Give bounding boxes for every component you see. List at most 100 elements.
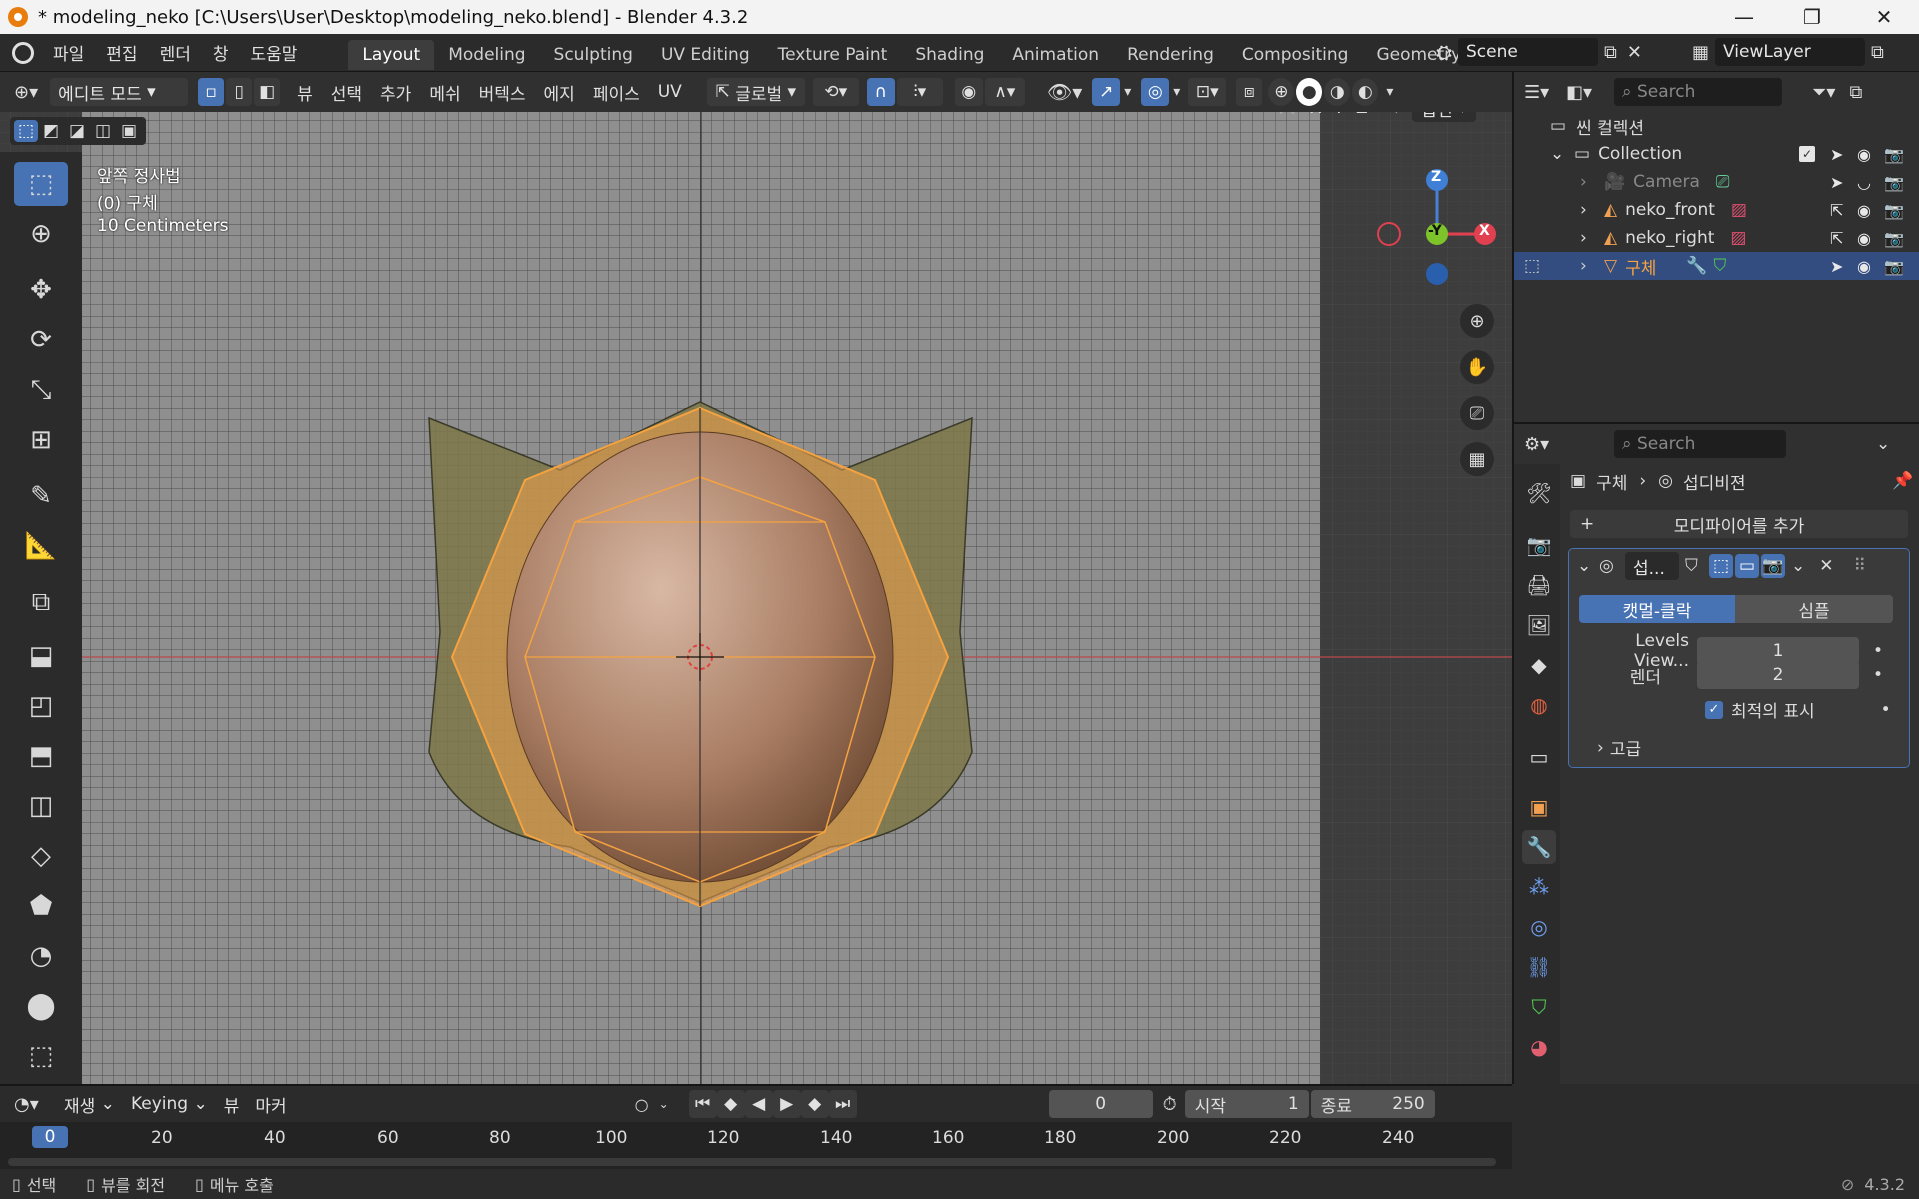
menu-select[interactable]: 선택 xyxy=(322,73,371,111)
render-toggle-icon[interactable]: 📷 xyxy=(1761,554,1785,578)
new-view-layer-icon[interactable]: ⧉ xyxy=(1871,42,1884,63)
select-intersect-icon[interactable]: ▣ xyxy=(116,121,142,141)
eye-icon[interactable]: ◉ xyxy=(1857,201,1871,220)
jump-end-icon[interactable]: ⏭ xyxy=(828,1090,857,1118)
modifier-name-field[interactable]: 섭... xyxy=(1625,552,1679,580)
filter-icon[interactable]: ⏷▾ xyxy=(1812,82,1835,103)
keyframe-dot-icon[interactable]: • xyxy=(1881,700,1891,720)
shading-dropdown-icon[interactable]: ▾ xyxy=(1386,84,1393,100)
camera-data-icon[interactable]: ⎚ xyxy=(1716,172,1730,192)
shading-wireframe-icon[interactable]: ⊕ xyxy=(1268,78,1295,106)
vertex-select-icon[interactable]: ▫ xyxy=(198,78,225,106)
select-arrow-icon[interactable]: ➤ xyxy=(1830,145,1843,164)
keying-menu[interactable]: Keying ⌄ xyxy=(123,1085,216,1123)
chevron-right-icon[interactable]: › xyxy=(1580,172,1604,192)
eye-closed-icon[interactable]: ◡ xyxy=(1857,173,1871,192)
snap-target-icon[interactable]: ⫶▾ xyxy=(896,78,943,106)
object-tab-icon[interactable]: ▣ xyxy=(1522,790,1556,824)
timeline-ruler[interactable]: 0 20 40 60 80 100 120 140 160 180 200 22… xyxy=(0,1122,1512,1170)
poly-build-icon[interactable]: ⬟ xyxy=(14,884,68,928)
camera-view-icon[interactable]: ⎚ xyxy=(1460,396,1494,430)
loop-cut-icon[interactable]: ◫ xyxy=(14,784,68,828)
modifier-tab-icon[interactable]: 🔧 xyxy=(1522,830,1556,864)
timeline-view-menu[interactable]: 뷰 xyxy=(216,1085,248,1123)
chevron-right-icon[interactable]: › xyxy=(1580,228,1604,248)
play-reverse-icon[interactable]: ◀ xyxy=(744,1090,773,1118)
material-tab-icon[interactable]: ◕ xyxy=(1522,1030,1556,1064)
mirror-x-toggle[interactable]: X xyxy=(1310,112,1322,118)
outliner-item-neko-right[interactable]: › ◭ neko_right ▨ ⇱ ◉ 📷 xyxy=(1514,224,1919,252)
render-camera-icon[interactable]: 📷 xyxy=(1884,145,1904,164)
scene-icon[interactable]: ⛭ xyxy=(1436,40,1452,64)
outliner-item-sphere[interactable]: ⬚ › ▽ 구체 🔧 ⛉ ➤ ◉ 📷 xyxy=(1514,252,1919,280)
select-arrow-icon[interactable]: ⇱ xyxy=(1830,201,1843,220)
drag-handle-icon[interactable]: ⠿ xyxy=(1854,556,1866,576)
playhead[interactable]: 0 xyxy=(32,1126,68,1148)
physics-tab-icon[interactable]: ◎ xyxy=(1522,910,1556,944)
remove-modifier-icon[interactable]: ✕ xyxy=(1819,556,1833,576)
stopwatch-icon[interactable]: ⏱ xyxy=(1163,1094,1177,1115)
modifier-dropdown-icon[interactable]: ⌄ xyxy=(1791,556,1805,576)
catmull-clark-button[interactable]: 캣멀-클락 xyxy=(1579,595,1735,623)
auto-keying-dropdown-icon[interactable]: ⌄ xyxy=(659,1097,669,1111)
properties-dropdown-icon[interactable]: ⌄ xyxy=(1876,434,1890,454)
gizmo-icon[interactable]: ↗ xyxy=(1092,78,1121,106)
menu-window[interactable]: 창 xyxy=(202,34,240,72)
eye-icon[interactable]: ◉ xyxy=(1857,229,1871,248)
mirror-y-toggle[interactable]: Y xyxy=(1334,112,1344,118)
outliner-item-neko-front[interactable]: › ◭ neko_front ▨ ⇱ ◉ 📷 xyxy=(1514,196,1919,224)
outliner-collection[interactable]: ⌄ ▭ Collection ✓ ➤ ◉ 📷 xyxy=(1514,140,1919,168)
outliner-editor-icon[interactable]: ☰▾ xyxy=(1524,82,1566,103)
face-select-icon[interactable]: ◧ xyxy=(254,78,281,106)
transform-icon[interactable]: ⊞ xyxy=(14,418,68,462)
shading-solid-icon[interactable]: ● xyxy=(1296,78,1323,106)
render-camera-icon[interactable]: 📷 xyxy=(1884,173,1904,192)
proportional-edit-icon[interactable]: ◉ xyxy=(954,78,983,106)
viewport-toggle-icon[interactable]: ▭ xyxy=(1735,554,1759,578)
outliner-scene-collection[interactable]: ▭ 씬 컬렉션 xyxy=(1514,112,1919,140)
simple-button[interactable]: 심플 xyxy=(1735,595,1893,623)
overlay-icon[interactable]: ◎ xyxy=(1141,78,1170,106)
auto-merge-icon[interactable]: ⤳ xyxy=(1386,112,1400,119)
editmode-toggle-icon[interactable]: ⬚ xyxy=(1709,554,1733,578)
menu-file[interactable]: 파일 xyxy=(42,34,95,72)
inset-icon[interactable]: ◰ xyxy=(14,684,68,728)
properties-editor-icon[interactable]: ⚙▾ xyxy=(1524,434,1614,455)
knife-icon[interactable]: ◇ xyxy=(14,834,68,878)
render-tab-icon[interactable]: 📷 xyxy=(1522,528,1556,562)
tab-layout[interactable]: Layout xyxy=(348,39,435,70)
select-arrow-icon[interactable]: ⇱ xyxy=(1830,229,1843,248)
menu-render[interactable]: 렌더 xyxy=(149,34,202,72)
play-icon[interactable]: ▶ xyxy=(772,1090,801,1118)
exclude-checkbox[interactable]: ✓ xyxy=(1799,146,1815,162)
pin-icon[interactable]: 📌 xyxy=(1892,471,1913,491)
select-subtract-icon[interactable]: ◪ xyxy=(64,121,90,141)
eye-icon[interactable]: ◉ xyxy=(1857,257,1871,276)
timeline-editor-icon[interactable]: ◔▾ xyxy=(14,1094,56,1115)
tab-texture-paint[interactable]: Texture Paint xyxy=(764,40,902,70)
pan-hand-icon[interactable]: ✋ xyxy=(1460,350,1494,384)
remove-scene-icon[interactable]: ✕ xyxy=(1627,42,1642,63)
tool-tab-icon[interactable]: 🛠 xyxy=(1522,476,1556,510)
select-invert-icon[interactable]: ◫ xyxy=(90,121,116,141)
select-new-icon[interactable]: ⬚ xyxy=(14,120,38,142)
move-icon[interactable]: ✥ xyxy=(14,268,68,312)
editor-type-icon[interactable]: ⊕▾ xyxy=(14,82,38,103)
add-cube-icon[interactable]: ⧉ xyxy=(14,580,68,624)
edit-cage-icon[interactable]: ⛉ xyxy=(1685,556,1709,576)
mesh-data-tab-icon[interactable]: ⛉ xyxy=(1522,990,1556,1024)
properties-search-input[interactable]: ⌕ Search xyxy=(1614,430,1786,458)
tab-uv-editing[interactable]: UV Editing xyxy=(647,40,764,70)
edit-mode-icon[interactable]: ⬚ xyxy=(1524,256,1540,276)
menu-edit[interactable]: 편집 xyxy=(95,34,148,72)
jump-start-icon[interactable]: ⏮ xyxy=(688,1090,717,1118)
tab-compositing[interactable]: Compositing xyxy=(1228,40,1363,70)
output-tab-icon[interactable]: 🖨 xyxy=(1522,568,1556,602)
playback-menu[interactable]: 재생 ⌄ xyxy=(56,1085,123,1123)
constraints-tab-icon[interactable]: ⛓ xyxy=(1522,950,1556,984)
measure-icon[interactable]: 📐 xyxy=(14,524,68,568)
current-frame-field[interactable]: 0 xyxy=(1048,1090,1153,1118)
chevron-right-icon[interactable]: › xyxy=(1580,200,1604,220)
tab-sculpting[interactable]: Sculpting xyxy=(540,40,647,70)
jump-keyframe-forward-icon[interactable]: ◆ xyxy=(800,1090,829,1118)
